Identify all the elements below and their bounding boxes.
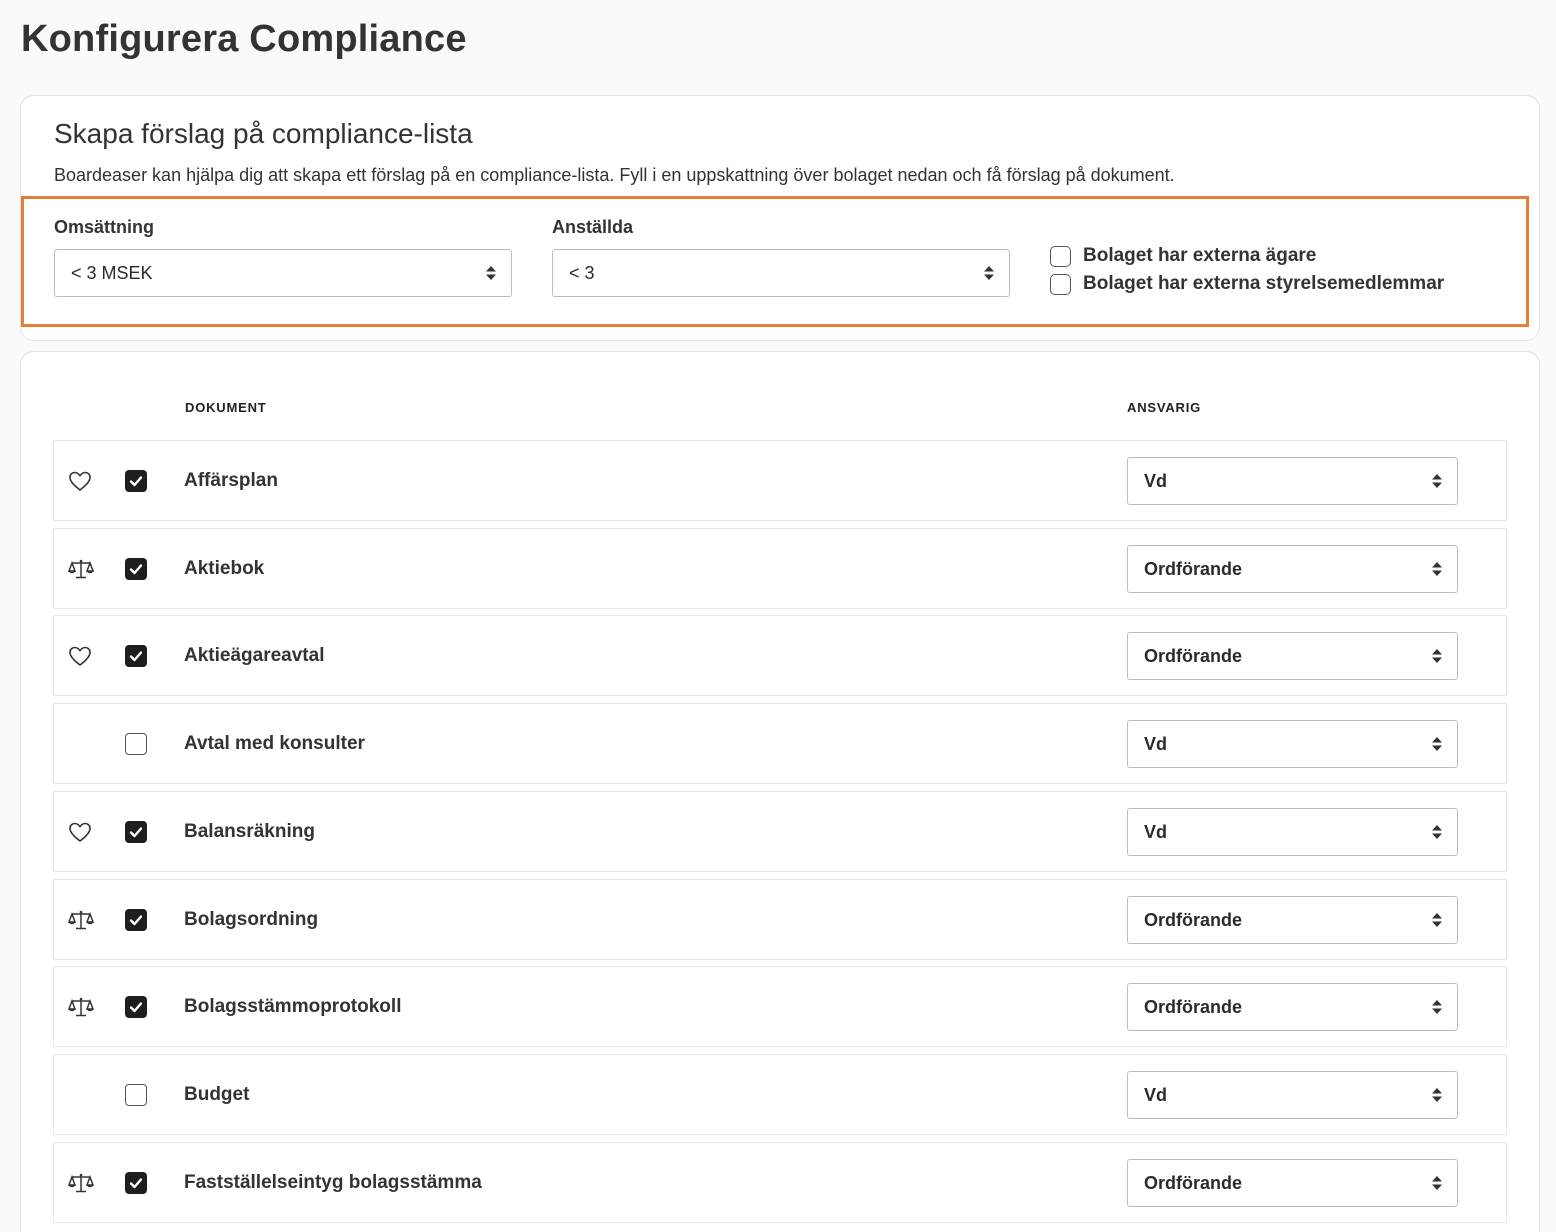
sort-caret-icon xyxy=(1432,562,1442,576)
employees-select[interactable]: < 3 xyxy=(552,249,1010,297)
sort-caret-icon xyxy=(1432,737,1442,751)
scale-icon xyxy=(67,909,95,931)
sort-caret-icon xyxy=(1432,825,1442,839)
heart-icon xyxy=(68,645,92,667)
sort-caret-icon xyxy=(1432,649,1442,663)
document-name: Affärsplan xyxy=(184,470,278,491)
document-checkbox[interactable] xyxy=(125,558,147,580)
heart-icon xyxy=(68,470,92,492)
responsible-select-value: Ordförande xyxy=(1144,909,1243,930)
document-checkbox[interactable] xyxy=(125,733,147,755)
column-header-document: DOKUMENT xyxy=(185,400,267,415)
responsible-select[interactable]: Vd xyxy=(1127,720,1458,768)
document-name: Balansräkning xyxy=(184,821,315,842)
column-header-responsible: ANSVARIG xyxy=(1127,400,1202,415)
sort-caret-icon xyxy=(984,266,994,280)
table-row: Budget Vd xyxy=(53,1054,1507,1135)
external-board-checkbox[interactable]: Bolaget har externa styrelsemedlemmar xyxy=(1050,273,1444,295)
table-row: Fastställelseintyg bolagsstämma Ordförand… xyxy=(53,1142,1507,1223)
document-name: Fastställelseintyg bolagsstämma xyxy=(184,1172,482,1193)
page-title: Konfigurera Compliance xyxy=(21,18,467,60)
responsible-select[interactable]: Vd xyxy=(1127,457,1458,505)
sort-caret-icon xyxy=(1432,913,1442,927)
responsible-select-value: Vd xyxy=(1144,733,1168,754)
external-board-checkbox-box[interactable] xyxy=(1050,273,1071,295)
revenue-label: Omsättning xyxy=(54,217,155,237)
documents-card: DOKUMENT ANSVARIG Affärsplan Vd Aktiebok Or… xyxy=(20,351,1540,1232)
responsible-select-value: Ordförande xyxy=(1144,645,1243,666)
responsible-select[interactable]: Ordförande xyxy=(1127,1159,1458,1207)
document-checkbox[interactable] xyxy=(125,909,147,931)
document-checkbox[interactable] xyxy=(125,821,147,843)
document-checkbox[interactable] xyxy=(125,1172,147,1194)
document-name: Avtal med konsulter xyxy=(184,733,365,754)
document-name: Bolagsordning xyxy=(184,909,319,930)
document-name: Aktieägareavtal xyxy=(184,645,325,666)
sort-caret-icon xyxy=(1432,1088,1442,1102)
sort-caret-icon xyxy=(1432,1000,1442,1014)
responsible-select[interactable]: Ordförande xyxy=(1127,896,1458,944)
external-board-label: Bolaget har externa styrelsemedlemmar xyxy=(1083,273,1445,294)
employees-label: Anställda xyxy=(552,217,634,237)
table-row: Aktiebok Ordförande xyxy=(53,528,1507,609)
document-checkbox[interactable] xyxy=(125,1084,147,1106)
suggest-title: Skapa förslag på compliance-lista xyxy=(54,118,473,149)
responsible-select[interactable]: Ordförande xyxy=(1127,632,1458,680)
heart-icon xyxy=(68,821,92,843)
responsible-select-value: Ordförande xyxy=(1144,996,1243,1017)
table-row: Avtal med konsulter Vd xyxy=(53,703,1507,784)
external-owners-checkbox[interactable]: Bolaget har externa ägare xyxy=(1050,245,1316,267)
responsible-select-value: Ordförande xyxy=(1144,1172,1243,1193)
document-name: Aktiebok xyxy=(184,558,265,579)
table-row: Bolagsordning Ordförande xyxy=(53,879,1507,960)
external-owners-checkbox-box[interactable] xyxy=(1050,245,1071,267)
revenue-select[interactable]: < 3 MSEK xyxy=(54,249,512,297)
document-checkbox[interactable] xyxy=(125,470,147,492)
table-row: Bolagsstämmoprotokoll Ordförande xyxy=(53,966,1507,1047)
sort-caret-icon xyxy=(1432,1176,1442,1190)
sort-caret-icon xyxy=(486,266,496,280)
scale-icon xyxy=(67,558,95,580)
responsible-select-value: Vd xyxy=(1144,1084,1168,1105)
suggest-card: Skapa förslag på compliance-lista Boarde… xyxy=(20,95,1540,341)
suggest-description: Boardeaser kan hjälpa dig att skapa ett … xyxy=(54,165,1175,185)
responsible-select-value: Vd xyxy=(1144,470,1168,491)
responsible-select[interactable]: Ordförande xyxy=(1127,545,1458,593)
document-checkbox[interactable] xyxy=(125,645,147,667)
scale-icon xyxy=(67,1172,95,1194)
responsible-select-value: Ordförande xyxy=(1144,558,1243,579)
employees-select-value: < 3 xyxy=(569,262,595,283)
document-name: Budget xyxy=(184,1084,250,1105)
responsible-select-value: Vd xyxy=(1144,821,1168,842)
sort-caret-icon xyxy=(1432,474,1442,488)
table-row: Aktieägareavtal Ordförande xyxy=(53,615,1507,696)
document-checkbox[interactable] xyxy=(125,996,147,1018)
document-name: Bolagsstämmoprotokoll xyxy=(184,996,402,1017)
responsible-select[interactable]: Ordförande xyxy=(1127,983,1458,1031)
responsible-select[interactable]: Vd xyxy=(1127,1071,1458,1119)
table-row: Balansräkning Vd xyxy=(53,791,1507,872)
external-owners-label: Bolaget har externa ägare xyxy=(1083,245,1317,266)
revenue-select-value: < 3 MSEK xyxy=(71,262,153,283)
responsible-select[interactable]: Vd xyxy=(1127,808,1458,856)
company-estimate-form: Omsättning < 3 MSEK Anställda < 3 Bolage… xyxy=(21,196,1529,327)
scale-icon xyxy=(67,996,95,1018)
table-row: Affärsplan Vd xyxy=(53,440,1507,521)
